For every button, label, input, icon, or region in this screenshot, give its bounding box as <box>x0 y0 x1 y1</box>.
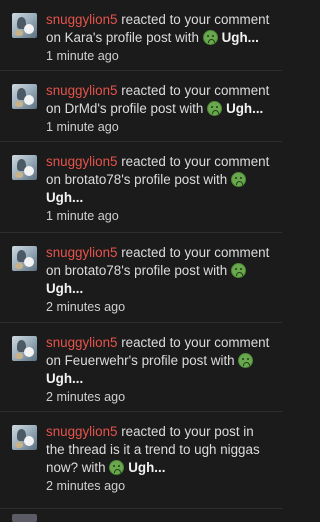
reaction-label: Ugh... <box>46 281 84 296</box>
notification-item[interactable]: snuggylion5 reacted to your comment on F… <box>0 323 282 412</box>
timestamp: 2 minutes ago <box>46 300 126 314</box>
notification-body: snuggylion5 reacted to your comment on b… <box>46 153 274 225</box>
ugh-emoji-icon <box>202 30 218 45</box>
notification-item[interactable]: snuggylion5 reacted to your comment on D… <box>0 71 282 142</box>
timestamp: 1 minute ago <box>46 209 119 223</box>
reaction-label: Ugh... <box>128 460 166 475</box>
avatar[interactable] <box>12 13 37 38</box>
notification-body: snuggylion5 reacted to your comment on F… <box>46 334 274 406</box>
username-link[interactable]: snuggylion5 <box>46 83 117 98</box>
notification-item[interactable]: snuggylion5 reacted to your comment on b… <box>0 233 282 323</box>
avatar[interactable] <box>12 84 37 109</box>
username-link[interactable]: snuggylion5 <box>46 424 117 439</box>
next-item-avatar-partial <box>12 514 37 522</box>
notification-message: snuggylion5 reacted to your comment on D… <box>46 82 274 118</box>
notification-message: snuggylion5 reacted to your comment on K… <box>46 11 274 47</box>
reaction-label: Ugh... <box>46 190 84 205</box>
avatar[interactable] <box>12 425 37 450</box>
notification-item[interactable]: snuggylion5 reacted to your post in the … <box>0 412 282 509</box>
avatar[interactable] <box>12 336 37 361</box>
notification-item[interactable]: snuggylion5 reacted to your comment on b… <box>0 142 282 233</box>
notification-item[interactable]: snuggylion5 reacted to your comment on K… <box>0 0 282 71</box>
notification-body: snuggylion5 reacted to your comment on D… <box>46 82 274 136</box>
ugh-emoji-icon <box>230 172 246 187</box>
reaction-label: Ugh... <box>221 30 259 45</box>
username-link[interactable]: snuggylion5 <box>46 335 117 350</box>
timestamp: 1 minute ago <box>46 120 119 134</box>
notification-message: snuggylion5 reacted to your comment on F… <box>46 334 274 388</box>
notification-body: snuggylion5 reacted to your comment on K… <box>46 11 274 65</box>
username-link[interactable]: snuggylion5 <box>46 154 117 169</box>
timestamp: 2 minutes ago <box>46 479 126 493</box>
notification-list: snuggylion5 reacted to your comment on K… <box>0 0 282 509</box>
username-link[interactable]: snuggylion5 <box>46 245 117 260</box>
notification-message: snuggylion5 reacted to your comment on b… <box>46 244 274 298</box>
timestamp: 1 minute ago <box>46 49 119 63</box>
ugh-emoji-icon <box>238 353 254 368</box>
avatar[interactable] <box>12 155 37 180</box>
ugh-emoji-icon <box>109 460 125 475</box>
notification-body: snuggylion5 reacted to your post in the … <box>46 423 274 495</box>
reaction-label: Ugh... <box>46 371 84 386</box>
ugh-emoji-icon <box>230 263 246 278</box>
timestamp: 2 minutes ago <box>46 390 126 404</box>
username-link[interactable]: snuggylion5 <box>46 12 117 27</box>
notification-body: snuggylion5 reacted to your comment on b… <box>46 244 274 316</box>
notification-message: snuggylion5 reacted to your post in the … <box>46 423 274 477</box>
avatar[interactable] <box>12 246 37 271</box>
reaction-label: Ugh... <box>226 101 264 116</box>
notification-message: snuggylion5 reacted to your comment on b… <box>46 153 274 207</box>
ugh-emoji-icon <box>207 101 223 116</box>
